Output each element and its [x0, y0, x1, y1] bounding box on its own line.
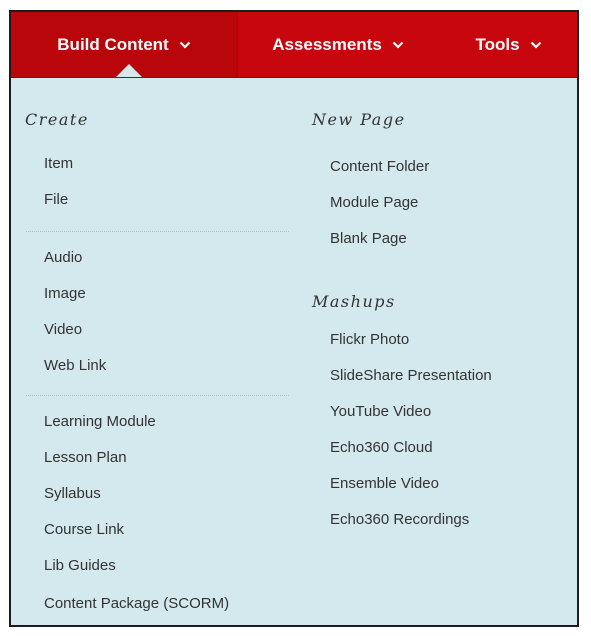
menu-pointer-caret	[116, 64, 142, 77]
chevron-down-icon	[530, 41, 541, 49]
menu-item-module-page[interactable]: Module Page	[330, 194, 418, 211]
menu-item-youtube-video[interactable]: YouTube Video	[330, 403, 431, 420]
menu-item-content-package[interactable]: Content Package (SCORM)	[44, 595, 229, 612]
tab-tools[interactable]: Tools	[438, 12, 577, 77]
chevron-down-icon	[179, 41, 190, 49]
menu-item-file[interactable]: File	[44, 191, 68, 208]
menu-item-lesson-plan[interactable]: Lesson Plan	[44, 449, 127, 466]
build-content-menu-frame: Build Content Assessments Tools Create I…	[9, 10, 579, 627]
menu-divider	[26, 231, 289, 232]
menu-item-slideshare-presentation[interactable]: SlideShare Presentation	[330, 367, 492, 384]
menu-item-video[interactable]: Video	[44, 321, 82, 338]
menu-divider	[26, 395, 289, 396]
menu-item-flickr-photo[interactable]: Flickr Photo	[330, 331, 409, 348]
menu-item-echo360-recordings[interactable]: Echo360 Recordings	[330, 511, 469, 528]
new-page-heading: New Page	[312, 110, 406, 129]
menu-item-item[interactable]: Item	[44, 155, 73, 172]
menu-item-syllabus[interactable]: Syllabus	[44, 485, 101, 502]
course-tab-bar: Build Content Assessments Tools	[11, 12, 577, 78]
create-heading: Create	[25, 110, 89, 129]
menu-item-blank-page[interactable]: Blank Page	[330, 230, 407, 247]
menu-item-web-link[interactable]: Web Link	[44, 357, 106, 374]
menu-item-learning-module[interactable]: Learning Module	[44, 413, 156, 430]
tab-assessments[interactable]: Assessments	[238, 12, 438, 77]
menu-item-lib-guides[interactable]: Lib Guides	[44, 557, 116, 574]
tab-tools-label: Tools	[475, 34, 520, 54]
menu-item-course-link[interactable]: Course Link	[44, 521, 124, 538]
mashups-heading: Mashups	[312, 292, 396, 311]
tab-build-content-label: Build Content	[57, 34, 169, 54]
menu-item-image[interactable]: Image	[44, 285, 86, 302]
tab-assessments-label: Assessments	[272, 34, 382, 54]
menu-item-echo360-cloud[interactable]: Echo360 Cloud	[330, 439, 433, 456]
chevron-down-icon	[392, 41, 404, 49]
menu-item-ensemble-video[interactable]: Ensemble Video	[330, 475, 439, 492]
menu-item-content-folder[interactable]: Content Folder	[330, 158, 429, 175]
menu-item-audio[interactable]: Audio	[44, 249, 82, 266]
